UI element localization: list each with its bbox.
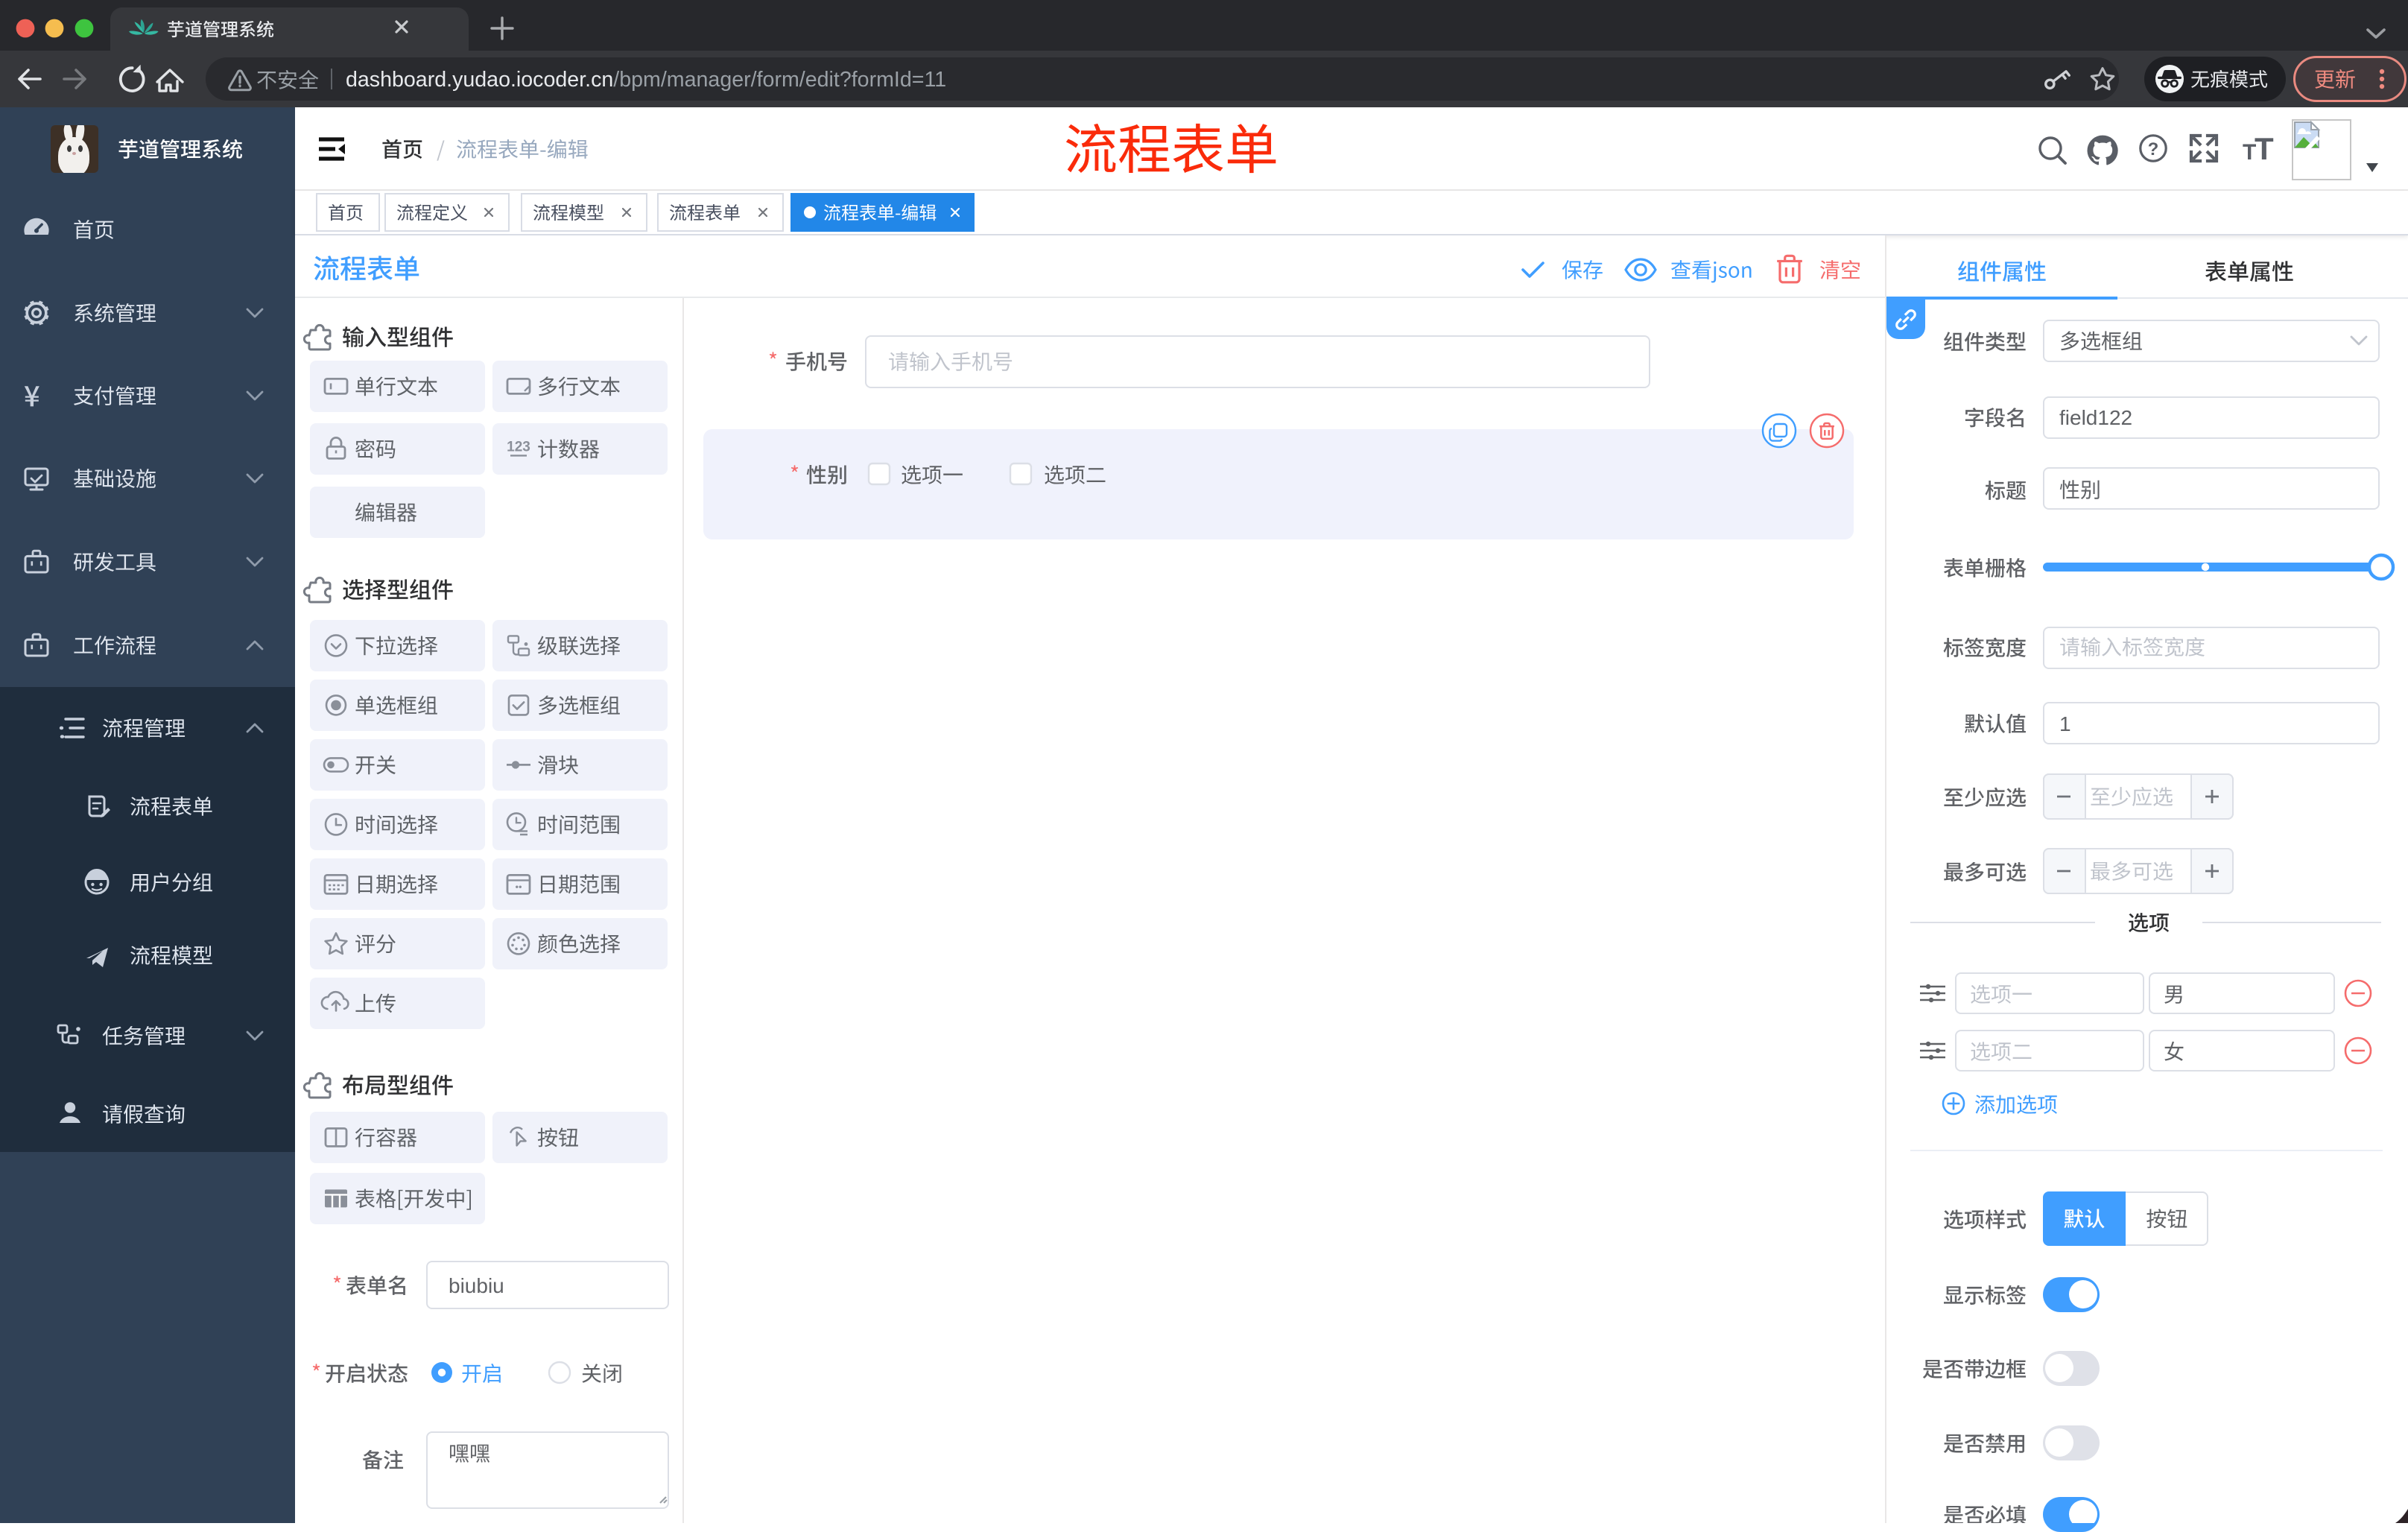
svg-text:field122: field122 [2059, 406, 2132, 429]
svg-text:T: T [2255, 131, 2274, 166]
svg-text:?: ? [2148, 139, 2159, 159]
svg-text:1: 1 [2059, 712, 2071, 735]
svg-text:dashboard.yudao.iocoder.cn/bpm: dashboard.yudao.iocoder.cn/bpm/manager/f… [346, 68, 946, 92]
svg-text:biubiu: biubiu [449, 1274, 504, 1297]
svg-text:••: •• [515, 881, 522, 892]
svg-text:123: 123 [507, 439, 530, 455]
